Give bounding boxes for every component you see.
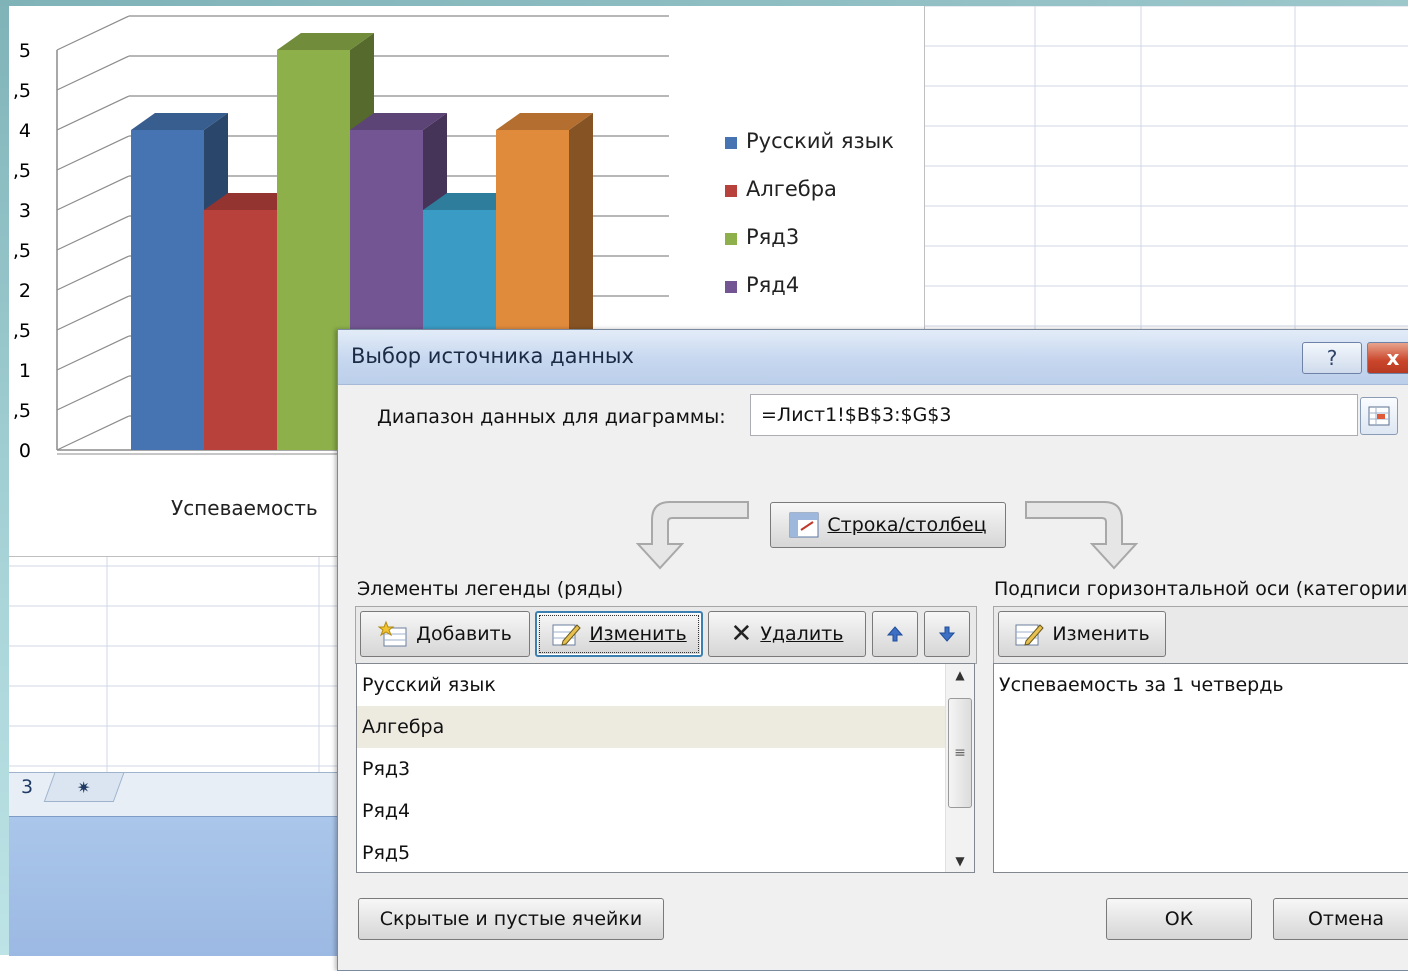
- legend-swatch: [725, 185, 737, 197]
- help-icon: ?: [1326, 346, 1338, 370]
- series-list-item[interactable]: Алгебра: [357, 706, 946, 748]
- legend-label: Алгебра: [746, 177, 837, 201]
- bar-1: [131, 130, 204, 450]
- y-tick-label: ,5: [13, 80, 31, 102]
- delete-series-button[interactable]: ✕ Удалить: [708, 611, 866, 657]
- series-list-item[interactable]: Русский язык: [357, 664, 946, 706]
- switch-row-column-button[interactable]: Строка/столбец: [770, 502, 1006, 548]
- y-tick-label: 1: [19, 360, 31, 382]
- close-icon: x: [1386, 346, 1400, 370]
- bar-2: [204, 210, 277, 450]
- legend-swatch: [725, 137, 737, 149]
- y-tick-label: 4: [19, 120, 31, 142]
- window-edge-left: [0, 0, 9, 955]
- arrow-up-icon: [886, 626, 904, 642]
- move-down-button[interactable]: [924, 611, 970, 657]
- help-button[interactable]: ?: [1302, 342, 1362, 374]
- edit-series-button[interactable]: Изменить: [535, 611, 703, 657]
- category-label: Успеваемость: [171, 496, 318, 520]
- axis-labels-listbox[interactable]: Успеваемость за 1 четвердь: [993, 663, 1408, 873]
- right-curved-arrow-icon: [1025, 501, 1139, 570]
- y-tick-label: ,5: [13, 160, 31, 182]
- hidden-empty-cells-button[interactable]: Скрытые и пустые ячейки: [358, 898, 664, 940]
- edit-axis-labels-button[interactable]: Изменить: [998, 611, 1166, 657]
- series-listbox[interactable]: Русский язык Алгебра Ряд3 Ряд4 Ряд5 ▲ ≡ ▼: [356, 663, 975, 873]
- legend-swatch: [725, 281, 737, 293]
- y-tick-label: 0: [19, 440, 31, 462]
- scroll-up-arrow[interactable]: ▲: [946, 664, 974, 686]
- dialog-titlebar[interactable]: Выбор источника данных ? x: [338, 330, 1408, 385]
- sheet-tabs-bar: 3 ✷: [9, 772, 339, 817]
- y-tick-label: 3: [19, 200, 31, 222]
- legend-swatch: [725, 233, 737, 245]
- move-up-button[interactable]: [872, 611, 918, 657]
- ok-button[interactable]: ОК: [1106, 898, 1252, 940]
- series-scrollbar[interactable]: ▲ ≡ ▼: [945, 664, 974, 872]
- legend-label: Ряд3: [746, 225, 799, 249]
- axis-labels-label: Подписи горизонтальной оси (категории: [994, 578, 1408, 600]
- add-icon: [378, 620, 407, 647]
- y-tick-label: 5: [19, 40, 31, 62]
- legend-entries-label: Элементы легенды (ряды): [357, 578, 624, 600]
- dialog-title: Выбор источника данных: [351, 344, 634, 368]
- edit-icon: [552, 624, 581, 646]
- add-series-button[interactable]: Добавить: [360, 611, 530, 657]
- series-list-item[interactable]: Ряд4: [357, 790, 946, 832]
- new-sheet-icon: ✷: [77, 777, 91, 797]
- range-input-field[interactable]: [750, 394, 1358, 436]
- range-select-icon: [1368, 406, 1390, 426]
- edit-icon: [1015, 624, 1044, 646]
- scroll-down-arrow[interactable]: ▼: [946, 850, 974, 872]
- legend-label: Русский язык: [746, 129, 894, 153]
- range-label: Диапазон данных для диаграммы:: [377, 406, 726, 428]
- y-tick-label: ,5: [13, 320, 31, 342]
- series-list-item[interactable]: Ряд3: [357, 748, 946, 790]
- y-tick-label: 2: [19, 280, 31, 302]
- switch-row-column-icon: [789, 512, 819, 538]
- close-button[interactable]: x: [1367, 342, 1408, 374]
- legend-label: Ряд4: [746, 273, 799, 297]
- cancel-button[interactable]: Отмена: [1273, 898, 1408, 940]
- y-tick-label: ,5: [13, 400, 31, 422]
- arrow-down-icon: [938, 626, 956, 642]
- insert-sheet-tab[interactable]: ✷: [43, 773, 125, 802]
- range-input[interactable]: [759, 403, 1349, 427]
- select-data-source-dialog: Выбор источника данных ? x Диапазон данн…: [337, 329, 1408, 971]
- status-area: [9, 816, 339, 956]
- category-list-item[interactable]: Успеваемость за 1 четвердь: [994, 664, 1408, 706]
- series-list-item[interactable]: Ряд5: [357, 832, 946, 872]
- delete-x-icon: ✕: [730, 619, 753, 649]
- sheet-tab-partial[interactable]: 3: [9, 773, 45, 801]
- left-curved-arrow-icon: [635, 501, 749, 570]
- y-tick-label: ,5: [13, 240, 31, 262]
- scroll-thumb[interactable]: ≡: [948, 698, 972, 808]
- collapse-dialog-button[interactable]: [1360, 397, 1398, 435]
